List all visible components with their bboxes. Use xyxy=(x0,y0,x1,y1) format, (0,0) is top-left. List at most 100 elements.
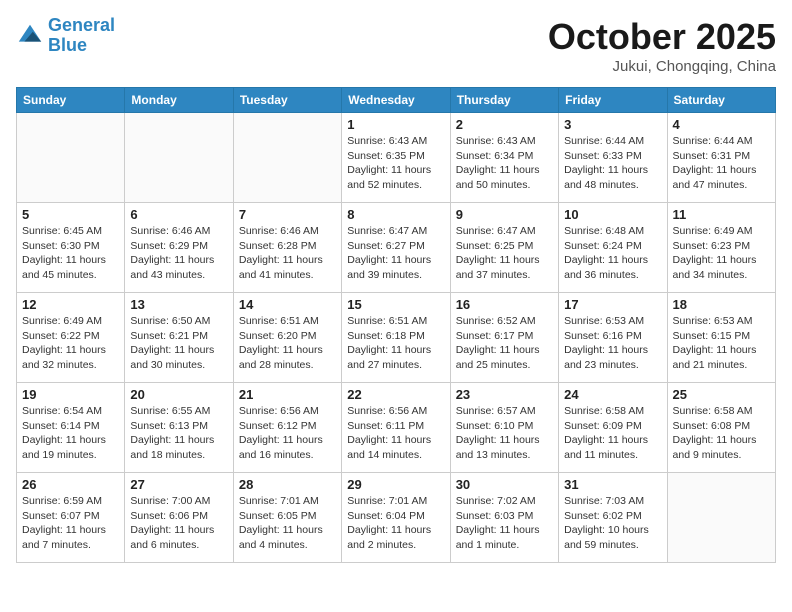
calendar-cell: 4 Sunrise: 6:44 AM Sunset: 6:31 PM Daylig… xyxy=(667,113,775,203)
calendar-cell xyxy=(17,113,125,203)
calendar-cell: 29 Sunrise: 7:01 AM Sunset: 6:04 PM Dayli… xyxy=(342,473,450,563)
day-number: 10 xyxy=(564,207,661,222)
logo-line2: Blue xyxy=(48,35,87,55)
title-block: October 2025 Jukui, Chongqing, China xyxy=(548,16,776,75)
day-number: 14 xyxy=(239,297,336,312)
day-number: 29 xyxy=(347,477,444,492)
day-number: 11 xyxy=(673,207,770,222)
day-number: 13 xyxy=(130,297,227,312)
day-info: Sunrise: 6:46 AM Sunset: 6:29 PM Dayligh… xyxy=(130,224,227,283)
day-number: 31 xyxy=(564,477,661,492)
calendar-cell: 10 Sunrise: 6:48 AM Sunset: 6:24 PM Dayli… xyxy=(559,203,667,293)
day-number: 5 xyxy=(22,207,119,222)
location: Jukui, Chongqing, China xyxy=(548,58,776,75)
day-info: Sunrise: 6:51 AM Sunset: 6:20 PM Dayligh… xyxy=(239,314,336,373)
page-header: General Blue October 2025 Jukui, Chongqi… xyxy=(16,16,776,75)
calendar-cell: 23 Sunrise: 6:57 AM Sunset: 6:10 PM Dayli… xyxy=(450,383,558,473)
calendar-cell: 19Sunrise: 6:54 AM Sunset: 6:14 PM Dayli… xyxy=(17,383,125,473)
day-number: 3 xyxy=(564,117,661,132)
calendar-cell: 1 Sunrise: 6:43 AM Sunset: 6:35 PM Daylig… xyxy=(342,113,450,203)
calendar-cell: 16Sunrise: 6:52 AM Sunset: 6:17 PM Dayli… xyxy=(450,293,558,383)
day-info: Sunrise: 6:53 AM Sunset: 6:16 PM Dayligh… xyxy=(564,314,661,373)
calendar-cell: 3 Sunrise: 6:44 AM Sunset: 6:33 PM Daylig… xyxy=(559,113,667,203)
weekday-header-friday: Friday xyxy=(559,88,667,113)
day-info: Sunrise: 7:02 AM Sunset: 6:03 PM Dayligh… xyxy=(456,494,553,553)
calendar-cell: 30Sunrise: 7:02 AM Sunset: 6:03 PM Dayli… xyxy=(450,473,558,563)
calendar-cell: 13 Sunrise: 6:50 AM Sunset: 6:21 PM Dayli… xyxy=(125,293,233,383)
logo-line1: General xyxy=(48,15,115,35)
day-info: Sunrise: 6:45 AM Sunset: 6:30 PM Dayligh… xyxy=(22,224,119,283)
day-info: Sunrise: 6:56 AM Sunset: 6:12 PM Dayligh… xyxy=(239,404,336,463)
day-info: Sunrise: 6:53 AM Sunset: 6:15 PM Dayligh… xyxy=(673,314,770,373)
calendar-cell: 21 Sunrise: 6:56 AM Sunset: 6:12 PM Dayli… xyxy=(233,383,341,473)
day-number: 20 xyxy=(130,387,227,402)
day-info: Sunrise: 6:55 AM Sunset: 6:13 PM Dayligh… xyxy=(130,404,227,463)
day-number: 21 xyxy=(239,387,336,402)
day-number: 9 xyxy=(456,207,553,222)
calendar-cell: 25 Sunrise: 6:58 AM Sunset: 6:08 PM Dayli… xyxy=(667,383,775,473)
calendar-cell: 6 Sunrise: 6:46 AM Sunset: 6:29 PM Daylig… xyxy=(125,203,233,293)
day-number: 25 xyxy=(673,387,770,402)
day-info: Sunrise: 6:47 AM Sunset: 6:25 PM Dayligh… xyxy=(456,224,553,283)
calendar-cell: 2 Sunrise: 6:43 AM Sunset: 6:34 PM Daylig… xyxy=(450,113,558,203)
day-info: Sunrise: 6:44 AM Sunset: 6:31 PM Dayligh… xyxy=(673,134,770,193)
day-info: Sunrise: 6:52 AM Sunset: 6:17 PM Dayligh… xyxy=(456,314,553,373)
calendar-cell: 7Sunrise: 6:46 AM Sunset: 6:28 PM Daylig… xyxy=(233,203,341,293)
day-info: Sunrise: 6:44 AM Sunset: 6:33 PM Dayligh… xyxy=(564,134,661,193)
day-number: 17 xyxy=(564,297,661,312)
day-info: Sunrise: 6:47 AM Sunset: 6:27 PM Dayligh… xyxy=(347,224,444,283)
day-number: 12 xyxy=(22,297,119,312)
day-info: Sunrise: 6:43 AM Sunset: 6:34 PM Dayligh… xyxy=(456,134,553,193)
calendar-cell: 12Sunrise: 6:49 AM Sunset: 6:22 PM Dayli… xyxy=(17,293,125,383)
calendar-cell xyxy=(233,113,341,203)
day-info: Sunrise: 6:58 AM Sunset: 6:08 PM Dayligh… xyxy=(673,404,770,463)
day-number: 23 xyxy=(456,387,553,402)
day-info: Sunrise: 6:46 AM Sunset: 6:28 PM Dayligh… xyxy=(239,224,336,283)
day-info: Sunrise: 6:50 AM Sunset: 6:21 PM Dayligh… xyxy=(130,314,227,373)
calendar-cell xyxy=(667,473,775,563)
day-info: Sunrise: 7:03 AM Sunset: 6:02 PM Dayligh… xyxy=(564,494,661,553)
weekday-header-thursday: Thursday xyxy=(450,88,558,113)
day-number: 22 xyxy=(347,387,444,402)
weekday-header-row: SundayMondayTuesdayWednesdayThursdayFrid… xyxy=(17,88,776,113)
day-info: Sunrise: 6:58 AM Sunset: 6:09 PM Dayligh… xyxy=(564,404,661,463)
day-info: Sunrise: 6:59 AM Sunset: 6:07 PM Dayligh… xyxy=(22,494,119,553)
day-number: 4 xyxy=(673,117,770,132)
month-title: October 2025 xyxy=(548,16,776,58)
day-info: Sunrise: 6:48 AM Sunset: 6:24 PM Dayligh… xyxy=(564,224,661,283)
calendar-cell: 22Sunrise: 6:56 AM Sunset: 6:11 PM Dayli… xyxy=(342,383,450,473)
calendar-cell: 8 Sunrise: 6:47 AM Sunset: 6:27 PM Daylig… xyxy=(342,203,450,293)
calendar-cell: 5 Sunrise: 6:45 AM Sunset: 6:30 PM Daylig… xyxy=(17,203,125,293)
day-number: 27 xyxy=(130,477,227,492)
day-number: 2 xyxy=(456,117,553,132)
logo-icon xyxy=(16,22,44,50)
day-info: Sunrise: 6:57 AM Sunset: 6:10 PM Dayligh… xyxy=(456,404,553,463)
day-info: Sunrise: 6:51 AM Sunset: 6:18 PM Dayligh… xyxy=(347,314,444,373)
day-number: 6 xyxy=(130,207,227,222)
day-info: Sunrise: 7:01 AM Sunset: 6:04 PM Dayligh… xyxy=(347,494,444,553)
day-number: 26 xyxy=(22,477,119,492)
day-info: Sunrise: 7:01 AM Sunset: 6:05 PM Dayligh… xyxy=(239,494,336,553)
day-info: Sunrise: 6:54 AM Sunset: 6:14 PM Dayligh… xyxy=(22,404,119,463)
calendar-cell: 17 Sunrise: 6:53 AM Sunset: 6:16 PM Dayli… xyxy=(559,293,667,383)
day-number: 18 xyxy=(673,297,770,312)
day-info: Sunrise: 6:49 AM Sunset: 6:23 PM Dayligh… xyxy=(673,224,770,283)
calendar-cell xyxy=(125,113,233,203)
day-info: Sunrise: 6:43 AM Sunset: 6:35 PM Dayligh… xyxy=(347,134,444,193)
day-number: 1 xyxy=(347,117,444,132)
calendar-cell: 14 Sunrise: 6:51 AM Sunset: 6:20 PM Dayli… xyxy=(233,293,341,383)
calendar-cell: 20 Sunrise: 6:55 AM Sunset: 6:13 PM Dayli… xyxy=(125,383,233,473)
week-row-0: 1 Sunrise: 6:43 AM Sunset: 6:35 PM Daylig… xyxy=(17,113,776,203)
weekday-header-sunday: Sunday xyxy=(17,88,125,113)
weekday-header-saturday: Saturday xyxy=(667,88,775,113)
calendar-cell: 24Sunrise: 6:58 AM Sunset: 6:09 PM Dayli… xyxy=(559,383,667,473)
calendar-cell: 27 Sunrise: 7:00 AM Sunset: 6:06 PM Dayli… xyxy=(125,473,233,563)
week-row-2: 12Sunrise: 6:49 AM Sunset: 6:22 PM Dayli… xyxy=(17,293,776,383)
calendar-cell: 31 Sunrise: 7:03 AM Sunset: 6:02 PM Dayli… xyxy=(559,473,667,563)
weekday-header-monday: Monday xyxy=(125,88,233,113)
day-number: 15 xyxy=(347,297,444,312)
calendar: SundayMondayTuesdayWednesdayThursdayFrid… xyxy=(16,87,776,563)
day-number: 8 xyxy=(347,207,444,222)
week-row-4: 26 Sunrise: 6:59 AM Sunset: 6:07 PM Dayli… xyxy=(17,473,776,563)
day-info: Sunrise: 7:00 AM Sunset: 6:06 PM Dayligh… xyxy=(130,494,227,553)
